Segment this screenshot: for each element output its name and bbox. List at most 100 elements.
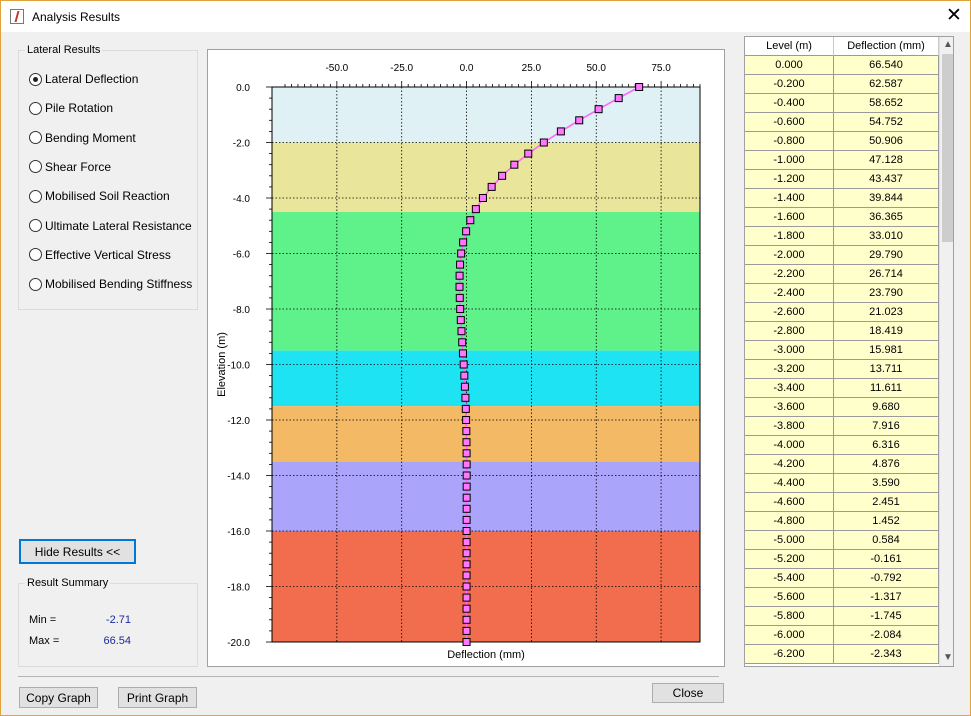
close-button[interactable]: Close: [652, 683, 724, 703]
level-cell[interactable]: -3.400: [745, 379, 834, 398]
level-cell[interactable]: -4.000: [745, 436, 834, 455]
level-cell[interactable]: -5.000: [745, 531, 834, 550]
table-row[interactable]: -3.800 7.916: [745, 417, 940, 436]
scroll-thumb[interactable]: [942, 54, 953, 242]
radio-button-icon[interactable]: [29, 219, 42, 232]
radio-option[interactable]: Effective Vertical Stress: [29, 247, 171, 263]
level-cell[interactable]: -4.600: [745, 493, 834, 512]
radio-option[interactable]: Shear Force: [29, 159, 111, 175]
table-row[interactable]: -3.000 15.981: [745, 341, 940, 360]
table-row[interactable]: -2.200 26.714: [745, 265, 940, 284]
deflection-cell[interactable]: -2.084: [834, 626, 939, 645]
radio-option[interactable]: Ultimate Lateral Resistance: [29, 218, 192, 234]
level-cell[interactable]: -0.600: [745, 113, 834, 132]
deflection-cell[interactable]: 2.451: [834, 493, 939, 512]
deflection-cell[interactable]: 58.652: [834, 94, 939, 113]
table-row[interactable]: -0.400 58.652: [745, 94, 940, 113]
level-cell[interactable]: -1.200: [745, 170, 834, 189]
deflection-cell[interactable]: 13.711: [834, 360, 939, 379]
deflection-cell[interactable]: 7.916: [834, 417, 939, 436]
level-cell[interactable]: -3.200: [745, 360, 834, 379]
table-row[interactable]: -2.000 29.790: [745, 246, 940, 265]
table-row[interactable]: -1.200 43.437: [745, 170, 940, 189]
level-cell[interactable]: -2.600: [745, 303, 834, 322]
scroll-down-icon[interactable]: ▼: [942, 651, 953, 665]
table-row[interactable]: -2.800 18.419: [745, 322, 940, 341]
deflection-cell[interactable]: 6.316: [834, 436, 939, 455]
level-cell[interactable]: -5.200: [745, 550, 834, 569]
radio-button-icon[interactable]: [29, 189, 42, 203]
deflection-cell[interactable]: 29.790: [834, 246, 939, 265]
table-row[interactable]: -1.600 36.365: [745, 208, 940, 227]
print-graph-button[interactable]: Print Graph: [118, 687, 197, 708]
level-cell[interactable]: -3.600: [745, 398, 834, 417]
table-row[interactable]: -4.800 1.452: [745, 512, 940, 531]
radio-option[interactable]: Mobilised Bending Stiffness: [29, 276, 192, 292]
table-row[interactable]: -5.800 -1.745: [745, 607, 940, 626]
table-row[interactable]: -5.200 -0.161: [745, 550, 940, 569]
header-deflection[interactable]: Deflection (mm): [834, 37, 939, 56]
radio-option[interactable]: Bending Moment: [29, 130, 136, 146]
deflection-cell[interactable]: -0.792: [834, 569, 939, 588]
table-row[interactable]: -2.600 21.023: [745, 303, 940, 322]
table-row[interactable]: -4.200 4.876: [745, 455, 940, 474]
deflection-cell[interactable]: 0.584: [834, 531, 939, 550]
table-row[interactable]: -6.000 -2.084: [745, 626, 940, 645]
level-cell[interactable]: -5.600: [745, 588, 834, 607]
table-row[interactable]: -1.000 47.128: [745, 151, 940, 170]
deflection-cell[interactable]: 3.590: [834, 474, 939, 493]
table-row[interactable]: -5.000 0.584: [745, 531, 940, 550]
table-row[interactable]: -6.200 -2.343: [745, 645, 940, 664]
level-cell[interactable]: -2.200: [745, 265, 834, 284]
deflection-cell[interactable]: 66.540: [834, 56, 939, 75]
deflection-cell[interactable]: 1.452: [834, 512, 939, 531]
level-cell[interactable]: -5.400: [745, 569, 834, 588]
level-cell[interactable]: -0.200: [745, 75, 834, 94]
table-row[interactable]: -3.400 11.611: [745, 379, 940, 398]
table-row[interactable]: -3.200 13.711: [745, 360, 940, 379]
level-cell[interactable]: -1.600: [745, 208, 834, 227]
deflection-cell[interactable]: 39.844: [834, 189, 939, 208]
deflection-cell[interactable]: 15.981: [834, 341, 939, 360]
deflection-cell[interactable]: 11.611: [834, 379, 939, 398]
radio-option[interactable]: Lateral Deflection: [29, 71, 138, 87]
level-cell[interactable]: -2.800: [745, 322, 834, 341]
level-cell[interactable]: 0.000: [745, 56, 834, 75]
deflection-cell[interactable]: 21.023: [834, 303, 939, 322]
level-cell[interactable]: -1.800: [745, 227, 834, 246]
level-cell[interactable]: -1.000: [745, 151, 834, 170]
hide-results-button[interactable]: Hide Results <<: [19, 539, 136, 564]
table-scrollbar[interactable]: ▲ ▼: [939, 37, 953, 666]
radio-button-icon[interactable]: [29, 72, 42, 86]
deflection-cell[interactable]: 43.437: [834, 170, 939, 189]
level-cell[interactable]: -0.800: [745, 132, 834, 151]
deflection-cell[interactable]: 18.419: [834, 322, 939, 341]
radio-button-icon[interactable]: [29, 131, 42, 145]
deflection-cell[interactable]: 47.128: [834, 151, 939, 170]
deflection-cell[interactable]: 23.790: [834, 284, 939, 303]
level-cell[interactable]: -2.400: [745, 284, 834, 303]
deflection-cell[interactable]: 33.010: [834, 227, 939, 246]
table-row[interactable]: -4.000 6.316: [745, 436, 940, 455]
radio-button-icon[interactable]: [29, 101, 42, 115]
scroll-up-icon[interactable]: ▲: [942, 38, 953, 52]
header-level[interactable]: Level (m): [745, 37, 834, 56]
level-cell[interactable]: -4.200: [745, 455, 834, 474]
close-window-icon[interactable]: ✕: [940, 5, 968, 29]
deflection-cell[interactable]: -2.343: [834, 645, 939, 664]
radio-button-icon[interactable]: [29, 160, 42, 174]
table-row[interactable]: -4.600 2.451: [745, 493, 940, 512]
radio-button-icon[interactable]: [29, 277, 42, 291]
level-cell[interactable]: -3.800: [745, 417, 834, 436]
table-row[interactable]: -5.400 -0.792: [745, 569, 940, 588]
level-cell[interactable]: -6.200: [745, 645, 834, 664]
table-row[interactable]: -5.600 -1.317: [745, 588, 940, 607]
table-row[interactable]: -0.800 50.906: [745, 132, 940, 151]
table-row[interactable]: -0.600 54.752: [745, 113, 940, 132]
level-cell[interactable]: -4.800: [745, 512, 834, 531]
level-cell[interactable]: -0.400: [745, 94, 834, 113]
radio-option[interactable]: Pile Rotation: [29, 100, 113, 116]
level-cell[interactable]: -4.400: [745, 474, 834, 493]
deflection-cell[interactable]: 50.906: [834, 132, 939, 151]
deflection-cell[interactable]: 4.876: [834, 455, 939, 474]
